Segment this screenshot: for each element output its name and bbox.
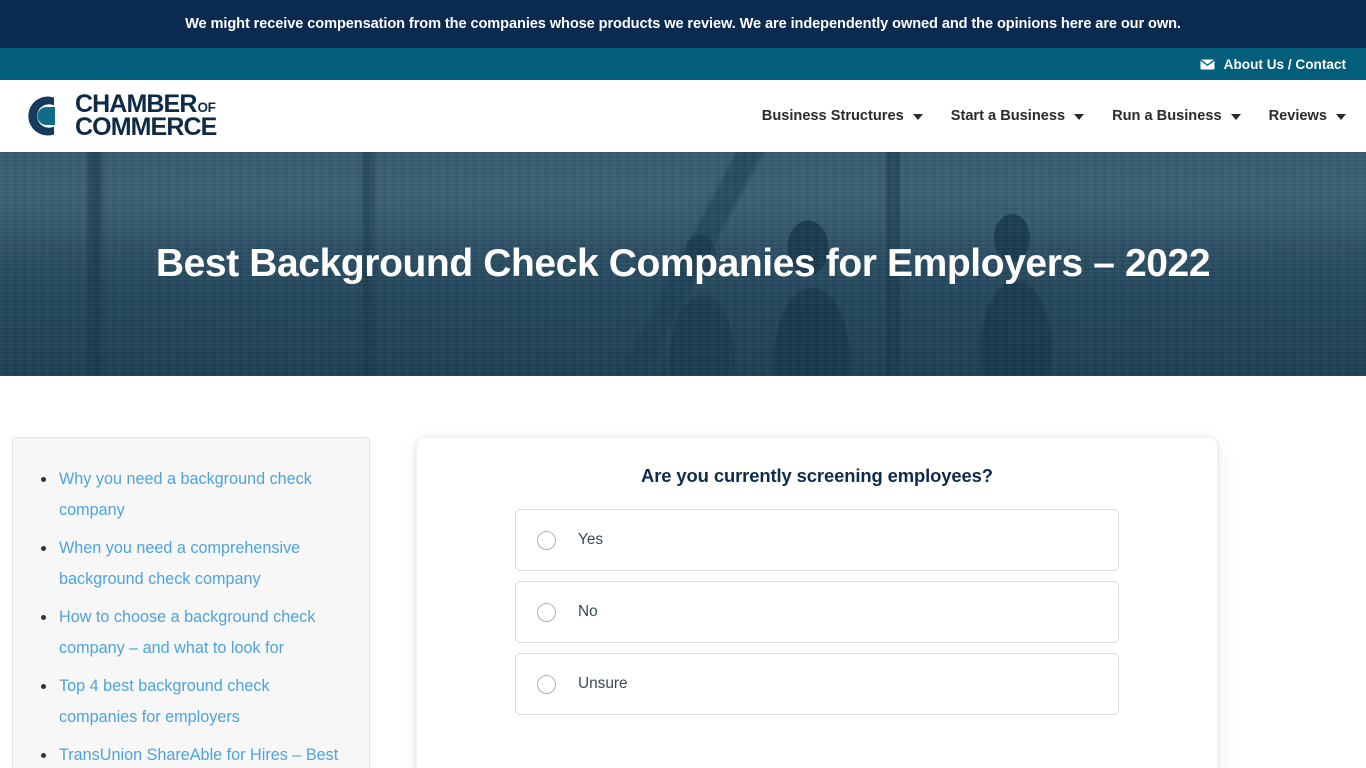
main-navigation: Business Structures Start a Business Run…	[762, 108, 1346, 124]
toc-list: Why you need a background check company …	[31, 464, 351, 768]
logo-commerce-text: COMMERCE	[75, 113, 217, 141]
about-us-contact-link[interactable]: About Us / Contact	[1200, 57, 1346, 72]
nav-item-start-a-business[interactable]: Start a Business	[950, 108, 1085, 124]
radio-button-icon[interactable]	[537, 674, 556, 694]
toc-link-when-you-need[interactable]: When you need a comprehensive background…	[59, 539, 300, 588]
quiz-option-unsure[interactable]: Unsure	[515, 653, 1119, 715]
utility-bar: About Us / Contact	[0, 48, 1366, 80]
quiz-option-label: Unsure	[578, 675, 628, 692]
radio-button-icon[interactable]	[537, 602, 556, 622]
logo-wordmark: CHAMBER OF COMMERCE	[75, 92, 217, 141]
quiz-option-label: Yes	[578, 531, 604, 548]
nav-item-reviews[interactable]: Reviews	[1269, 108, 1346, 124]
nav-label: Start a Business	[950, 108, 1066, 124]
table-of-contents: Why you need a background check company …	[12, 437, 370, 768]
quiz-option-no[interactable]: No	[515, 581, 1119, 643]
chevron-down-icon	[912, 114, 923, 120]
site-header: CHAMBER OF COMMERCE Business Structures S…	[0, 80, 1366, 152]
hero-banner: Best Background Check Companies for Empl…	[0, 152, 1366, 376]
page-title: Best Background Check Companies for Empl…	[155, 242, 1211, 285]
nav-label: Business Structures	[761, 108, 904, 124]
disclaimer-bar: We might receive compensation from the c…	[0, 0, 1366, 48]
list-item: TransUnion ShareAble for Hires – Best fo…	[31, 740, 351, 768]
screening-quiz-card: Are you currently screening employees? Y…	[416, 437, 1218, 768]
nav-label: Run a Business	[1112, 108, 1222, 124]
main-content: Why you need a background check company …	[0, 376, 1366, 768]
chevron-down-icon	[1336, 114, 1346, 120]
toc-link-how-to-choose[interactable]: How to choose a background check company…	[59, 608, 315, 657]
chevron-down-icon	[1230, 114, 1241, 120]
chamber-of-commerce-logo-icon	[16, 92, 66, 140]
disclaimer-text: We might receive compensation from the c…	[185, 16, 1181, 32]
list-item: How to choose a background check company…	[31, 602, 351, 664]
nav-item-business-structures[interactable]: Business Structures	[762, 108, 923, 124]
list-item: Top 4 best background check companies fo…	[31, 671, 351, 733]
list-item: Why you need a background check company	[31, 464, 351, 526]
chevron-down-icon	[1074, 114, 1085, 120]
toc-link-top-4-best[interactable]: Top 4 best background check companies fo…	[59, 677, 270, 726]
toc-link-why-you-need[interactable]: Why you need a background check company	[59, 470, 312, 519]
quiz-question: Are you currently screening employees?	[641, 465, 993, 486]
quiz-option-yes[interactable]: Yes	[515, 509, 1119, 571]
site-logo[interactable]: CHAMBER OF COMMERCE	[16, 92, 217, 141]
list-item: When you need a comprehensive background…	[31, 533, 351, 595]
quiz-option-label: No	[578, 603, 598, 620]
toc-link-transunion-shareable[interactable]: TransUnion ShareAble for Hires – Best fo…	[59, 746, 338, 768]
about-us-contact-label: About Us / Contact	[1223, 56, 1346, 72]
nav-item-run-a-business[interactable]: Run a Business	[1112, 108, 1241, 124]
radio-button-icon[interactable]	[537, 530, 556, 550]
nav-label: Reviews	[1268, 108, 1327, 124]
envelope-icon	[1200, 59, 1215, 70]
